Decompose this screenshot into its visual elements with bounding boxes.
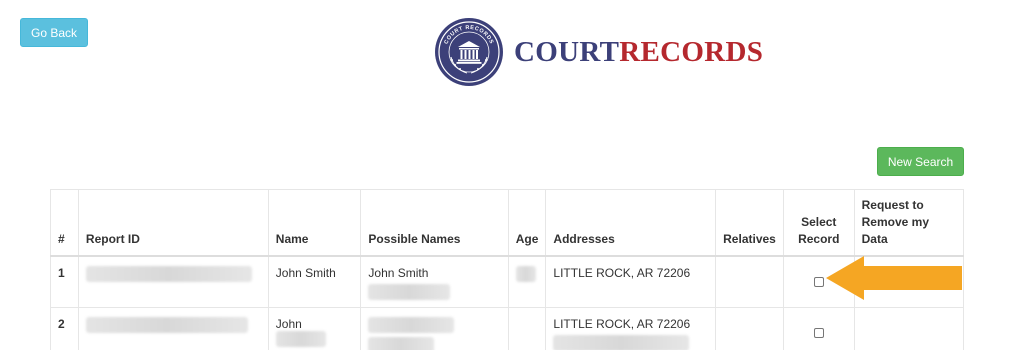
age-cell (507, 255, 547, 308)
logo-word-records: RECORDS (619, 35, 764, 68)
new-search-button[interactable]: New Search (877, 147, 964, 176)
address-text: LITTLE ROCK, AR 72206 (553, 317, 691, 331)
table-row: 2 John LITTLE ROCK, AR 72206 (50, 307, 965, 350)
report-id-cell (77, 307, 269, 350)
redacted-possible-name (368, 317, 455, 333)
select-record-cell (782, 307, 855, 350)
name-text: John (275, 317, 302, 331)
relatives-cell (715, 255, 784, 308)
select-record-checkbox[interactable] (813, 328, 824, 338)
redacted-age (515, 266, 536, 282)
redacted-surname (275, 331, 326, 347)
address-cell: LITTLE ROCK, AR 72206 (545, 255, 717, 308)
possible-name: John Smith (368, 266, 429, 280)
possible-names-cell: John Smith (360, 255, 509, 308)
arrow-left-icon (826, 256, 962, 300)
age-cell (507, 307, 547, 350)
logo-wordmark: COURTRECORDS (514, 36, 763, 69)
redacted-report-id (85, 266, 252, 282)
court-seal-icon: COURT RECORDS (435, 18, 503, 86)
relatives-cell (715, 307, 784, 350)
name-cell: John (267, 307, 362, 350)
address-cell: LITTLE ROCK, AR 72206 (545, 307, 717, 350)
redacted-report-id (85, 317, 248, 333)
redacted-possible-name (368, 284, 451, 300)
col-age: Age (507, 189, 547, 257)
col-request-remove: Request to Remove my Data (853, 189, 965, 257)
row-number: 2 (50, 307, 79, 350)
col-number: # (50, 189, 79, 257)
report-id-cell (77, 255, 269, 308)
col-relatives: Relatives (715, 189, 784, 257)
row-number: 1 (50, 255, 79, 308)
col-possible-names: Possible Names (360, 189, 509, 257)
col-name: Name (267, 189, 362, 257)
request-remove-cell (853, 307, 965, 350)
col-addresses: Addresses (545, 189, 717, 257)
name-cell: John Smith (267, 255, 362, 308)
select-record-checkbox[interactable] (813, 277, 824, 287)
col-select-record: Select Record (782, 189, 855, 257)
col-report-id: Report ID (77, 189, 269, 257)
court-records-logo: COURT RECORDS COURTRECORDS (434, 17, 763, 87)
table-header-row: # Report ID Name Possible Names Age Addr… (50, 189, 965, 257)
logo-word-court: COURT (514, 35, 620, 68)
go-back-button[interactable]: Go Back (20, 18, 88, 47)
redacted-possible-name (368, 337, 435, 350)
possible-names-cell (360, 307, 509, 350)
redacted-address (553, 335, 690, 350)
